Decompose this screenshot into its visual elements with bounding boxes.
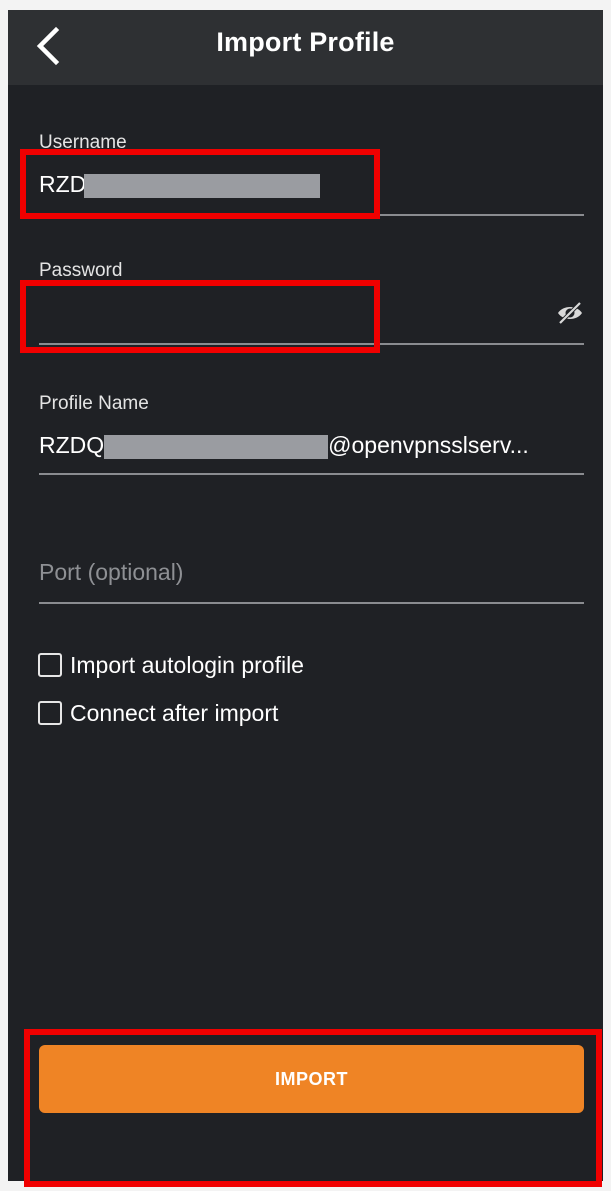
import-autologin-checkbox-row[interactable]: Import autologin profile: [38, 650, 304, 680]
redaction-bar: [104, 434, 329, 459]
import-autologin-checkbox[interactable]: [38, 653, 62, 677]
profile-name-value[interactable]: RZDQ @openvpnsslserv...: [39, 431, 584, 459]
password-label: Password: [39, 260, 123, 281]
port-placeholder: Port (optional): [39, 559, 184, 585]
username-value[interactable]: RZDQ: [39, 170, 584, 198]
password-input[interactable]: [39, 299, 584, 329]
username-field[interactable]: Username RZDQ: [39, 132, 584, 220]
page-title: Import Profile: [216, 27, 395, 57]
connect-after-import-checkbox-row[interactable]: Connect after import: [38, 698, 278, 728]
redaction-bar: [84, 173, 321, 198]
username-underline: [39, 214, 584, 216]
import-button[interactable]: IMPORT: [39, 1045, 584, 1113]
import-profile-screen: Import Profile Username RZDQ Password Pr…: [8, 10, 603, 1181]
connect-after-import-checkbox[interactable]: [38, 701, 62, 725]
app-bar: Import Profile: [8, 10, 603, 85]
profile-name-field[interactable]: Profile Name RZDQ @openvpnsslserv...: [39, 393, 584, 483]
profile-name-prefix: RZDQ: [39, 432, 105, 458]
import-autologin-label: Import autologin profile: [70, 651, 304, 678]
eye-off-icon[interactable]: [556, 301, 584, 325]
profile-name-underline: [39, 473, 584, 475]
password-field[interactable]: Password: [39, 260, 584, 350]
profile-name-suffix: @openvpnsslserv...: [328, 432, 529, 458]
port-field[interactable]: Port (optional): [39, 558, 584, 608]
connect-after-import-label: Connect after import: [70, 699, 279, 726]
profile-name-label: Profile Name: [39, 393, 149, 414]
username-label: Username: [39, 132, 127, 153]
password-underline: [39, 343, 584, 345]
port-underline: [39, 602, 584, 604]
